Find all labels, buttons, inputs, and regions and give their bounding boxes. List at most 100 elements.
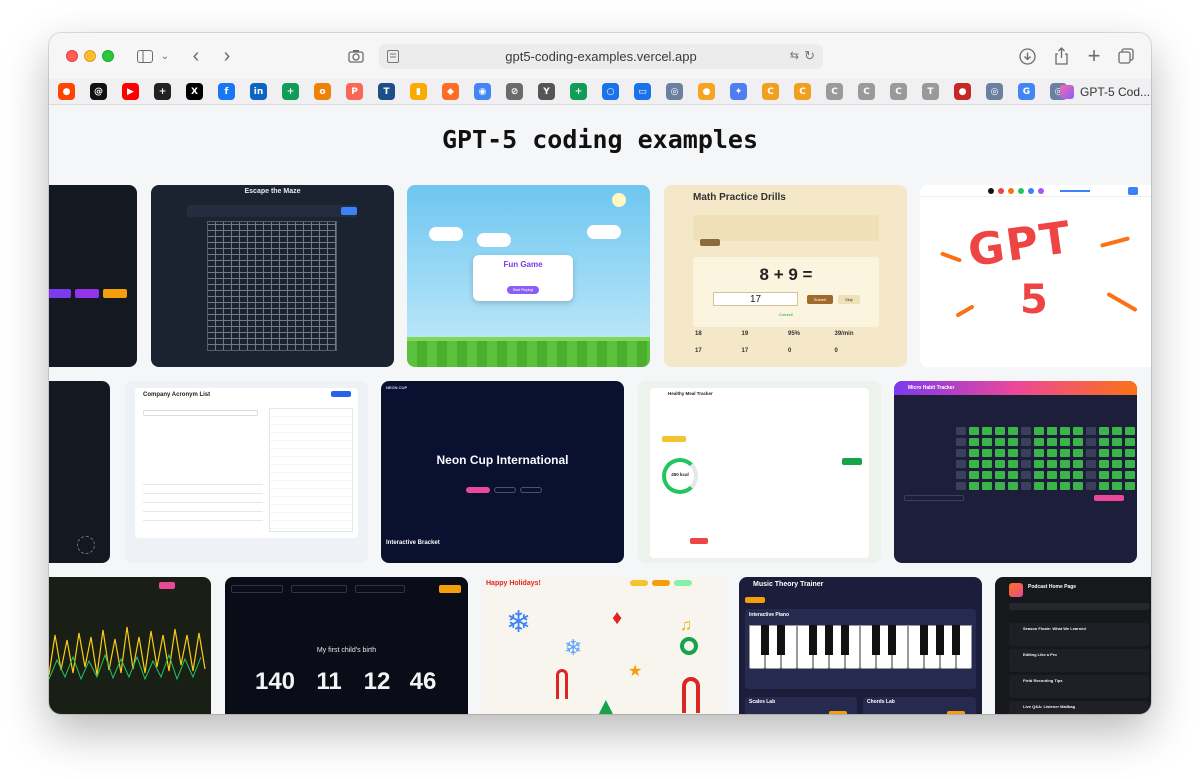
snow-button[interactable]: [652, 580, 670, 586]
gitlab-icon[interactable]: ◆: [442, 83, 459, 100]
threads-icon[interactable]: @: [90, 83, 107, 100]
habit-check-cell[interactable]: [982, 449, 992, 457]
piano-black-key[interactable]: [808, 625, 817, 655]
meal-tracker-card[interactable]: Healthy Meal Tracker 450 kcal: [638, 381, 881, 563]
play-chord-button[interactable]: [947, 711, 965, 714]
sheets-icon-2[interactable]: +: [570, 83, 587, 100]
odnoklassniki-icon[interactable]: o: [314, 83, 331, 100]
delete-button[interactable]: [690, 538, 708, 544]
habit-check-cell[interactable]: [982, 438, 992, 446]
habit-check-cell[interactable]: [1073, 438, 1083, 446]
timezone-input[interactable]: [355, 585, 405, 593]
habit-check-cell[interactable]: [1021, 482, 1031, 490]
active-tab[interactable]: GPT-5 Cod...: [1060, 82, 1150, 102]
habit-check-cell[interactable]: [1034, 449, 1044, 457]
piano-black-key[interactable]: [936, 625, 945, 655]
habit-check-cell[interactable]: [969, 449, 979, 457]
habit-check-cell[interactable]: [1008, 471, 1018, 479]
habit-check-cell[interactable]: [956, 471, 966, 479]
habit-check-cell[interactable]: [1021, 438, 1031, 446]
habit-check-cell[interactable]: [1125, 438, 1135, 446]
habit-check-cell[interactable]: [995, 460, 1005, 468]
habit-check-cell[interactable]: [1073, 427, 1083, 435]
maximize-window-button[interactable]: [102, 50, 114, 62]
c-gray-icon[interactable]: C: [826, 83, 843, 100]
new-tab-icon[interactable]: +: [1084, 43, 1104, 68]
maze-new-button[interactable]: [341, 207, 357, 215]
habit-check-cell[interactable]: [995, 449, 1005, 457]
habit-check-cell[interactable]: [1086, 460, 1096, 468]
add-meal-button[interactable]: [662, 436, 686, 442]
fun-game-card[interactable]: Fun Game Start Playing!: [407, 185, 650, 367]
tickets-button[interactable]: [494, 487, 516, 493]
stock-chart-card[interactable]: [49, 577, 211, 714]
habit-check-cell[interactable]: [1047, 449, 1057, 457]
word-game-card[interactable]: [49, 185, 137, 367]
brush-size-slider[interactable]: [1060, 190, 1090, 192]
playground-tab[interactable]: [745, 597, 765, 603]
neon-cup-card[interactable]: NEON CUP Neon Cup International Interact…: [381, 381, 624, 563]
c-gray-icon-3[interactable]: C: [890, 83, 907, 100]
c-orange-icon-2[interactable]: C: [794, 83, 811, 100]
yahoo-icon[interactable]: Y: [538, 83, 555, 100]
habit-check-cell[interactable]: [995, 438, 1005, 446]
habit-check-cell[interactable]: [1047, 427, 1057, 435]
habit-check-cell[interactable]: [1112, 471, 1122, 479]
habit-check-cell[interactable]: [995, 471, 1005, 479]
piano-black-key[interactable]: [824, 625, 833, 655]
habit-check-cell[interactable]: [995, 482, 1005, 490]
habit-check-cell[interactable]: [1099, 471, 1109, 479]
habit-check-cell[interactable]: [995, 427, 1005, 435]
countdown-card[interactable]: My first child's birth 140 11 12 46: [225, 577, 468, 714]
habit-check-cell[interactable]: [956, 438, 966, 446]
habit-check-cell[interactable]: [1034, 438, 1044, 446]
linkedin-icon[interactable]: in: [250, 83, 267, 100]
globe-icon-2[interactable]: ◎: [986, 83, 1003, 100]
habit-check-cell[interactable]: [1008, 482, 1018, 490]
habit-check-cell[interactable]: [1112, 449, 1122, 457]
habit-check-cell[interactable]: [1086, 438, 1096, 446]
color-green-swatch[interactable]: [1018, 188, 1024, 194]
habit-check-cell[interactable]: [1086, 427, 1096, 435]
habit-check-cell[interactable]: [1060, 449, 1070, 457]
habit-check-cell[interactable]: [1086, 471, 1096, 479]
maze-card[interactable]: Escape the Maze: [151, 185, 394, 367]
piano-black-key[interactable]: [776, 625, 785, 655]
globe-icon[interactable]: ◎: [666, 83, 683, 100]
habit-check-cell[interactable]: [1060, 427, 1070, 435]
enter-bracket-button[interactable]: [466, 487, 490, 493]
podcast-card[interactable]: Podcast Home Page Season Finale: What We…: [995, 577, 1151, 714]
forward-icon[interactable]: ›: [219, 45, 235, 67]
habit-check-cell[interactable]: [956, 449, 966, 457]
clear-button[interactable]: [1094, 495, 1124, 501]
download-icon[interactable]: [1017, 45, 1037, 67]
analytics-icon[interactable]: ▮: [410, 83, 427, 100]
close-window-button[interactable]: [66, 50, 78, 62]
piano-black-key[interactable]: [952, 625, 961, 655]
sidebar-toggle-icon[interactable]: [135, 45, 155, 67]
watch-button[interactable]: [520, 487, 542, 493]
minimize-window-button[interactable]: [84, 50, 96, 62]
habit-tracker-card[interactable]: Micro Habit Tracker: [894, 381, 1137, 563]
typora-icon[interactable]: T: [378, 83, 395, 100]
habit-check-cell[interactable]: [982, 427, 992, 435]
color-red-swatch[interactable]: [998, 188, 1004, 194]
habit-check-cell[interactable]: [1125, 449, 1135, 457]
piano-black-key[interactable]: [872, 625, 881, 655]
habit-check-cell[interactable]: [1034, 427, 1044, 435]
habit-check-cell[interactable]: [1060, 460, 1070, 468]
music-trainer-card[interactable]: Music Theory Trainer Interactive Piano S…: [739, 577, 982, 714]
habit-check-cell[interactable]: [1060, 482, 1070, 490]
chrome-icon[interactable]: ◉: [474, 83, 491, 100]
play-scale-button[interactable]: [829, 711, 847, 714]
habit-check-cell[interactable]: [1034, 471, 1044, 479]
facebook-icon[interactable]: f: [218, 83, 235, 100]
youtube-icon[interactable]: ▶: [122, 83, 139, 100]
piano-black-key[interactable]: [920, 625, 929, 655]
compass-icon[interactable]: ⊘: [506, 83, 523, 100]
episode-row[interactable]: Field Recording Tips: [1009, 675, 1149, 698]
color-orange-swatch[interactable]: [1008, 188, 1014, 194]
habit-check-cell[interactable]: [956, 460, 966, 468]
gemini-icon[interactable]: ✦: [730, 83, 747, 100]
x-icon[interactable]: X: [186, 83, 203, 100]
